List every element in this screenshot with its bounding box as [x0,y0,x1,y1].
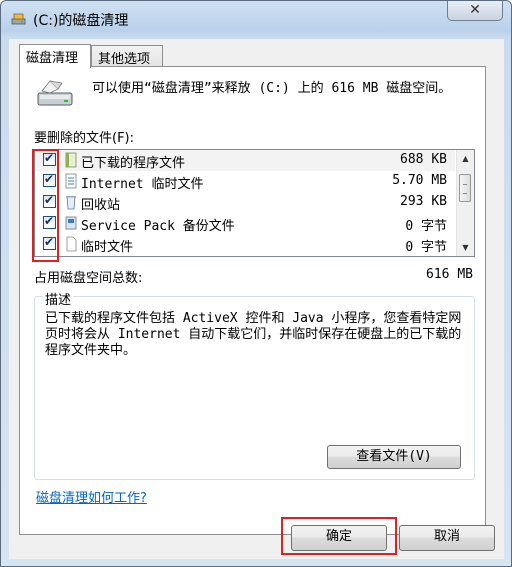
cancel-button[interactable]: 取消 [399,525,495,551]
list-item[interactable]: Internet 临时文件 5.70 MB [35,171,455,192]
description-text: 已下载的程序文件包括 ActiveX 控件和 Java 小程序，您查看特定网页时… [45,311,462,358]
file-name: 临时文件 [81,240,134,255]
disk-cleanup-icon [11,13,26,25]
scrollbar-thumb[interactable] [459,174,471,202]
total-space-value: 616 MB [426,267,473,282]
files-to-delete-label: 要删除的文件(F): [34,131,135,146]
total-space-label: 占用磁盘空间总数: [34,271,143,286]
scroll-down-icon[interactable]: ▼ [457,239,474,256]
disk-cleanup-window: (C:)的磁盘清理 ✕ 磁盘清理 其他选项 可以使用“磁盘清理”来释放 (C:)… [0,0,512,567]
file-size: 5.70 MB [392,173,447,188]
window-title: (C:)的磁盘清理 [33,13,129,29]
list-item[interactable]: Service Pack 备份文件 0 字节 [35,213,455,234]
file-name: 回收站 [81,198,121,213]
file-size: 0 字节 [405,219,447,234]
tab-more-options[interactable]: 其他选项 [91,45,163,67]
files-list[interactable]: 已下载的程序文件 688 KB Internet 临时文件 5.70 MB 回收… [34,149,475,257]
list-item[interactable]: 已下载的程序文件 688 KB [35,150,455,171]
ok-highlight-box [281,517,397,555]
tab-panel: 可以使用“磁盘清理”来释放 (C:) 上的 616 MB 磁盘空间。 要删除的文… [19,66,486,535]
scroll-up-icon[interactable]: ▲ [457,150,474,167]
title-bar[interactable]: (C:)的磁盘清理 ✕ [1,1,511,37]
installer-icon [65,216,77,230]
recycle-bin-icon [66,196,76,210]
description-legend: 描述 [43,289,74,308]
close-button[interactable]: ✕ [447,1,503,21]
list-item[interactable]: 回收站 293 KB [35,192,455,213]
list-item[interactable]: 临时文件 0 字节 [35,234,455,255]
close-icon: ✕ [469,2,481,18]
document-icon [65,173,77,189]
blank-file-icon [66,236,77,252]
description-group: 描述 已下载的程序文件包括 ActiveX 控件和 Java 小程序，您查看特定… [34,289,475,480]
file-name: 已下载的程序文件 [81,156,186,171]
file-size: 688 KB [400,152,447,167]
tab-disk-cleanup[interactable]: 磁盘清理 [19,44,91,68]
dialog-client-area: 磁盘清理 其他选项 可以使用“磁盘清理”来释放 (C:) 上的 616 MB 磁… [9,39,504,559]
folder-icon [65,152,77,168]
checkbox-highlight-box [32,149,59,262]
intro-text: 可以使用“磁盘清理”来释放 (C:) 上的 616 MB 磁盘空间。 [92,81,452,96]
help-link[interactable]: 磁盘清理如何工作? [36,487,147,506]
files-list-scrollbar[interactable]: ▲ ▼ [456,150,474,256]
view-files-button[interactable]: 查看文件(V) [327,445,461,469]
file-name: Service Pack 备份文件 [81,219,235,234]
file-size: 293 KB [400,194,447,209]
file-name: Internet 临时文件 [81,177,204,192]
drive-cleanup-icon [37,80,73,106]
file-size: 0 字节 [405,240,447,255]
